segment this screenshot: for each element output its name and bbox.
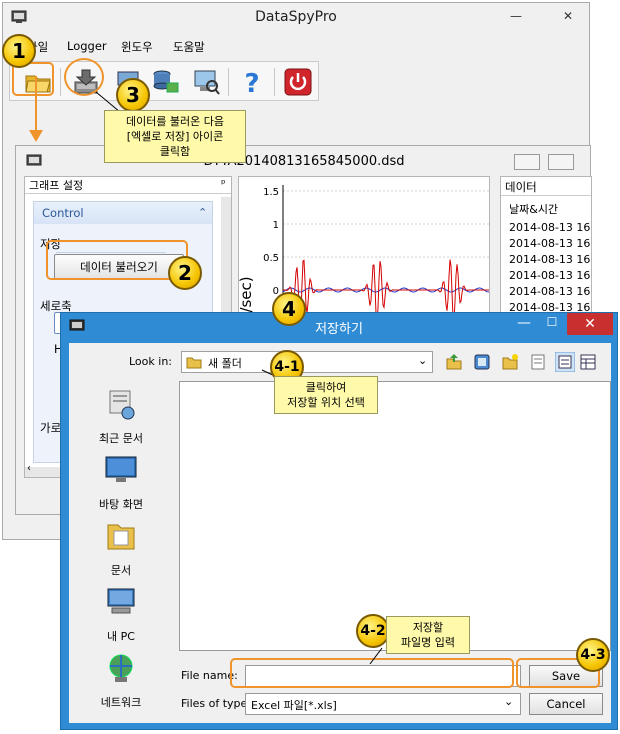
datetime-row[interactable]: 2014-08-13 16 <box>509 285 590 298</box>
graph-settings-header: 그래프 설정 <box>25 177 231 194</box>
y-tick-label: 1.5 <box>263 187 279 198</box>
highlight-excel-icon <box>64 58 104 96</box>
look-in-label: Look in: <box>129 355 172 368</box>
place-label: 네트워크 <box>100 696 142 709</box>
svg-text:?: ? <box>244 69 259 96</box>
step-2-badge: 2 <box>168 256 202 290</box>
place-recent[interactable]: 최근 문서 <box>81 387 161 446</box>
arrow-down-icon <box>29 76 43 142</box>
control-header[interactable]: Control <box>34 202 212 224</box>
grid-view-icon[interactable] <box>579 353 597 371</box>
callout-step-4-2: 저장할 파일명 입력 <box>386 616 470 654</box>
database-network-icon[interactable] <box>152 68 180 96</box>
place-documents[interactable]: 문서 <box>81 519 161 578</box>
toolbar-separator <box>274 68 275 96</box>
step-4-badge: 4 <box>272 292 306 326</box>
scroll-left-icon[interactable]: ‹ <box>27 463 31 474</box>
callout-step-4-1: 클릭하여 저장할 위치 선택 <box>274 376 378 414</box>
chevron-down-icon[interactable]: ⌄ <box>504 695 513 708</box>
child-minimize-button[interactable] <box>514 154 540 170</box>
dialog-minimize-button[interactable]: — <box>513 315 535 331</box>
divider <box>501 195 591 196</box>
place-label: 문서 <box>110 564 132 577</box>
highlight-file-name <box>230 658 514 688</box>
recent-documents-icon <box>109 390 135 420</box>
files-of-type-select[interactable]: Excel 파일[*.xls] ⌄ <box>245 693 521 715</box>
desktop-icon[interactable] <box>473 353 491 371</box>
collapse-chevron-icon[interactable]: ⌃ <box>198 206 207 219</box>
place-this-pc[interactable]: 내 PC <box>81 585 161 644</box>
child-maximize-button[interactable] <box>548 154 574 170</box>
folder-icon <box>186 357 202 369</box>
back-folder-icon[interactable] <box>445 353 463 371</box>
minimize-button[interactable]: — <box>503 7 529 25</box>
callout-text: 저장할 <box>412 621 444 634</box>
cancel-button[interactable]: Cancel <box>529 693 603 715</box>
documents-folder-icon <box>107 524 135 550</box>
callout-text: 파일명 입력 <box>400 636 456 649</box>
network-globe-icon <box>109 654 133 682</box>
dialog-maximize-button[interactable]: ☐ <box>541 315 563 329</box>
callout-text: 데이터를 불러온 다음 <box>125 115 225 128</box>
monitor-search-icon[interactable] <box>192 68 220 96</box>
callout-text: 클릭함 <box>159 145 191 158</box>
horizontal-axis-label: 가로 <box>40 421 62 435</box>
toolbar: ? <box>9 61 319 101</box>
data-panel-title: 데이터 <box>505 180 537 194</box>
menu-logger[interactable]: Logger <box>67 39 107 53</box>
file-list-area[interactable] <box>179 381 611 651</box>
y-tick-label: 0.5 <box>263 253 279 264</box>
dialog-close-button[interactable]: ✕ <box>567 313 613 335</box>
datetime-row[interactable]: 2014-08-13 16 <box>509 237 590 250</box>
files-of-type-value: Excel 파일[*.xls] <box>251 699 337 712</box>
menu-window[interactable]: 윈도우 <box>121 39 153 55</box>
this-pc-icon <box>107 588 135 614</box>
app-title: DataSpyPro <box>255 9 337 25</box>
power-icon[interactable] <box>284 68 312 96</box>
callout-text: [엑셀로 저장] 아이콘 <box>126 130 224 143</box>
child-window-title: DYTA20140813165845000.dsd <box>203 154 405 169</box>
datetime-row[interactable]: 2014-08-13 16 <box>509 221 590 234</box>
step-4-3-badge: 4-3 <box>576 638 610 672</box>
chevron-down-icon[interactable]: ⌄ <box>418 354 427 367</box>
list-view-icon[interactable] <box>529 353 547 371</box>
callout-text: 저장할 위치 선택 <box>287 396 365 409</box>
desktop-monitor-icon <box>105 456 137 482</box>
pin-icon[interactable]: ᵖ <box>221 177 226 190</box>
details-view-icon[interactable] <box>555 352 575 372</box>
place-label: 내 PC <box>107 630 135 643</box>
app-titlebar: DataSpyPro — ✕ <box>3 3 589 33</box>
place-network[interactable]: 네트워크 <box>81 651 161 710</box>
menu-help[interactable]: 도움말 <box>173 39 205 55</box>
place-label: 바탕 화면 <box>99 498 143 511</box>
callout-text: 클릭하여 <box>305 381 347 394</box>
look-in-value: 새 폴더 <box>208 357 242 370</box>
callout-step-3: 데이터를 불러온 다음 [엑셀로 저장] 아이콘 클릭함 <box>104 110 246 163</box>
help-icon[interactable]: ? <box>238 68 266 96</box>
step-1-badge: 1 <box>2 34 36 68</box>
datetime-column-header: 날짜&시간 <box>509 203 559 216</box>
control-title: Control <box>42 206 84 220</box>
files-of-type-label: Files of type: <box>181 697 252 710</box>
y-tick-label: 1 <box>273 220 279 231</box>
toolbar-separator <box>228 68 229 96</box>
datetime-row[interactable]: 2014-08-13 16 <box>509 253 590 266</box>
graph-settings-title: 그래프 설정 <box>29 179 84 192</box>
step-4-2-badge: 4-2 <box>356 614 390 648</box>
toolbar-separator <box>60 68 61 96</box>
place-label: 최근 문서 <box>99 432 143 445</box>
place-desktop[interactable]: 바탕 화면 <box>81 453 161 512</box>
menu-bar: 파일 Logger 윈도우 도움말 <box>3 35 589 59</box>
datetime-row[interactable]: 2014-08-13 16 <box>509 269 590 282</box>
new-folder-icon[interactable] <box>501 353 519 371</box>
look-in-select[interactable]: 새 폴더 ⌄ <box>181 351 433 373</box>
step-3-badge: 3 <box>116 78 150 112</box>
close-button[interactable]: ✕ <box>555 7 581 25</box>
highlight-load-button <box>46 240 188 280</box>
